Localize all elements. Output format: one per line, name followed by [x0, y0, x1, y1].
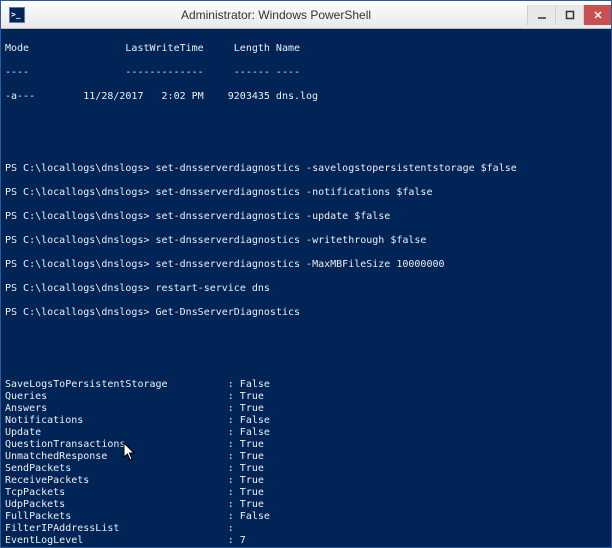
- window-title: Administrator: Windows PowerShell: [25, 8, 527, 22]
- prompt: PS C:\locallogs\dnslogs>: [5, 187, 150, 198]
- diag-row: SaveLogsToPersistentStorage : False: [5, 379, 607, 391]
- diag-row: SendPackets : True: [5, 463, 607, 475]
- command-text: restart-service dns: [156, 283, 270, 294]
- maximize-icon: [565, 10, 575, 20]
- command-text: set-dnsserverdiagnostics -update $false: [156, 211, 391, 222]
- blank-line: [5, 331, 607, 343]
- prompt: PS C:\locallogs\dnslogs>: [5, 307, 150, 318]
- close-button[interactable]: [583, 5, 611, 25]
- diag-row: FullPackets : False: [5, 511, 607, 523]
- diag-row: FilterIPAddressList :: [5, 523, 607, 535]
- command-line: PS C:\locallogs\dnslogs> Get-DnsServerDi…: [5, 307, 607, 319]
- blank-line: [5, 355, 607, 367]
- powershell-window: Administrator: Windows PowerShell Mode L…: [0, 0, 612, 548]
- command-line: PS C:\locallogs\dnslogs> set-dnsserverdi…: [5, 211, 607, 223]
- diag-row: ReceivePackets : True: [5, 475, 607, 487]
- minimize-button[interactable]: [527, 5, 555, 25]
- blank-line: [5, 115, 607, 127]
- powershell-icon: [9, 7, 25, 23]
- diag-row: Answers : True: [5, 403, 607, 415]
- dir-header-sep: ---- ------------- ------ ----: [5, 67, 607, 79]
- diagnostics-output: SaveLogsToPersistentStorage : FalseQueri…: [5, 379, 607, 547]
- diag-row: Queries : True: [5, 391, 607, 403]
- command-text: set-dnsserverdiagnostics -savelogstopers…: [156, 163, 517, 174]
- diag-row: QuestionTransactions : True: [5, 439, 607, 451]
- prompt: PS C:\locallogs\dnslogs>: [5, 283, 150, 294]
- diag-row: Notifications : False: [5, 415, 607, 427]
- terminal-output[interactable]: Mode LastWriteTime Length Name ---- ----…: [1, 29, 611, 547]
- close-icon: [593, 10, 603, 20]
- diag-row: UnmatchedResponse : True: [5, 451, 607, 463]
- diag-row: UdpPackets : True: [5, 499, 607, 511]
- diag-row: EventLogLevel : 7: [5, 535, 607, 547]
- command-line: PS C:\locallogs\dnslogs> set-dnsserverdi…: [5, 163, 607, 175]
- prompt: PS C:\locallogs\dnslogs>: [5, 235, 150, 246]
- command-line: PS C:\locallogs\dnslogs> restart-service…: [5, 283, 607, 295]
- minimize-icon: [537, 10, 547, 20]
- prompt: PS C:\locallogs\dnslogs>: [5, 211, 150, 222]
- command-text: set-dnsserverdiagnostics -MaxMBFileSize …: [156, 259, 445, 270]
- file-row: -a--- 11/28/2017 2:02 PM 9203435 dns.log: [5, 91, 607, 103]
- titlebar[interactable]: Administrator: Windows PowerShell: [1, 1, 611, 29]
- command-line: PS C:\locallogs\dnslogs> set-dnsserverdi…: [5, 187, 607, 199]
- dir-header-row: Mode LastWriteTime Length Name: [5, 43, 607, 55]
- maximize-button[interactable]: [555, 5, 583, 25]
- prompt: PS C:\locallogs\dnslogs>: [5, 163, 150, 174]
- command-line: PS C:\locallogs\dnslogs> set-dnsserverdi…: [5, 259, 607, 271]
- command-text: Get-DnsServerDiagnostics: [156, 307, 301, 318]
- window-controls: [527, 5, 611, 25]
- command-line: PS C:\locallogs\dnslogs> set-dnsserverdi…: [5, 235, 607, 247]
- command-text: set-dnsserverdiagnostics -writethrough $…: [156, 235, 427, 246]
- command-text: set-dnsserverdiagnostics -notifications …: [156, 187, 433, 198]
- blank-line: [5, 139, 607, 151]
- prompt: PS C:\locallogs\dnslogs>: [5, 259, 150, 270]
- diag-row: TcpPackets : True: [5, 487, 607, 499]
- diag-row: Update : False: [5, 427, 607, 439]
